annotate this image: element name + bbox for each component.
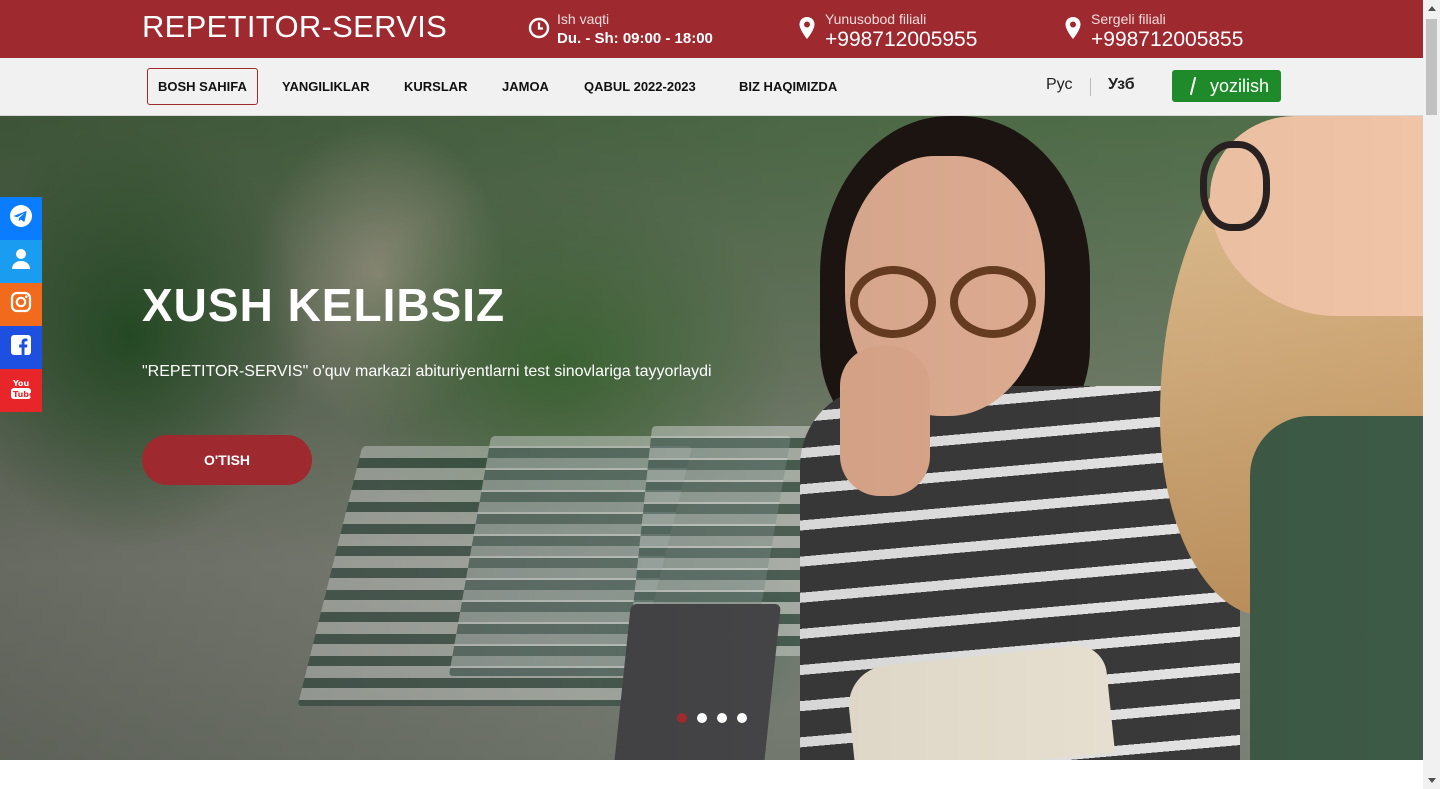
facebook-icon bbox=[11, 335, 31, 360]
hero-cta-button[interactable]: O'TISH bbox=[142, 435, 312, 485]
hero-subtitle: "REPETITOR-SERVIS" o'quv markazi abituri… bbox=[142, 363, 712, 380]
instagram-icon bbox=[10, 291, 32, 318]
working-hours: Ish vaqti Du. - Sh: 09:00 - 18:00 bbox=[527, 10, 713, 50]
branch-yunusobod-label: Yunusobod filiali bbox=[825, 11, 927, 27]
instagram-link[interactable] bbox=[0, 283, 42, 326]
site-logo[interactable]: REPETITOR-SERVIS bbox=[142, 10, 447, 44]
slider-dot-4[interactable] bbox=[737, 713, 747, 723]
signup-button[interactable]: yozilish bbox=[1172, 70, 1281, 102]
lang-divider bbox=[1090, 78, 1091, 96]
telegram-icon bbox=[9, 204, 33, 233]
branch-sergeli: Sergeli filiali +998712005855 bbox=[1061, 10, 1243, 52]
nav-kurslar[interactable]: KURSLAR bbox=[394, 68, 478, 105]
pen-icon bbox=[1186, 77, 1200, 95]
youtube-link[interactable]: You Tube bbox=[0, 369, 42, 412]
nav-yangiliklar[interactable]: YANGILIKLAR bbox=[272, 68, 380, 105]
branch-sergeli-label: Sergeli filiali bbox=[1091, 11, 1166, 27]
scroll-up-arrow-icon[interactable] bbox=[1423, 0, 1440, 17]
telegram-link[interactable] bbox=[0, 197, 42, 240]
slider-dots bbox=[677, 713, 747, 723]
svg-text:You: You bbox=[12, 379, 30, 388]
scroll-down-arrow-icon[interactable] bbox=[1423, 772, 1440, 789]
social-sidebar: You Tube bbox=[0, 197, 42, 412]
branch-sergeli-phone[interactable]: +998712005855 bbox=[1091, 28, 1243, 52]
signup-label: yozilish bbox=[1210, 75, 1270, 96]
slider-dot-2[interactable] bbox=[697, 713, 707, 723]
user-icon bbox=[11, 248, 31, 275]
facebook-link[interactable] bbox=[0, 326, 42, 369]
page-scrollbar[interactable] bbox=[1423, 0, 1440, 789]
scroll-thumb[interactable] bbox=[1426, 19, 1437, 115]
svg-text:Tube: Tube bbox=[13, 390, 32, 399]
nav-biz-haqimizda[interactable]: BIZ HAQIMIZDA bbox=[729, 68, 847, 105]
slider-dot-3[interactable] bbox=[717, 713, 727, 723]
lang-uzbek[interactable]: Узб bbox=[1108, 76, 1135, 94]
map-pin-icon bbox=[795, 14, 819, 42]
hero-title: XUSH KELIBSIZ bbox=[142, 279, 506, 331]
youtube-icon: You Tube bbox=[10, 376, 35, 405]
nav-jamoa[interactable]: JAMOA bbox=[492, 68, 559, 105]
top-bar: REPETITOR-SERVIS Ish vaqti Du. - Sh: 09:… bbox=[0, 0, 1423, 58]
branch-yunusobod-phone[interactable]: +998712005955 bbox=[825, 28, 977, 52]
clock-icon bbox=[527, 14, 551, 42]
hours-value: Du. - Sh: 09:00 - 18:00 bbox=[557, 30, 713, 47]
main-nav: BOSH SAHIFA YANGILIKLAR KURSLAR JAMOA QA… bbox=[0, 58, 1423, 116]
profile-link[interactable] bbox=[0, 240, 42, 283]
slider-dot-1[interactable] bbox=[677, 713, 687, 723]
nav-qabul[interactable]: QABUL 2022-2023 bbox=[574, 68, 706, 105]
nav-bosh-sahifa[interactable]: BOSH SAHIFA bbox=[147, 68, 258, 105]
lang-russian[interactable]: Рус bbox=[1046, 76, 1073, 94]
hero-slider: XUSH KELIBSIZ "REPETITOR-SERVIS" o'quv m… bbox=[0, 116, 1423, 760]
branch-yunusobod: Yunusobod filiali +998712005955 bbox=[795, 10, 977, 52]
map-pin-icon bbox=[1061, 14, 1085, 42]
hours-label: Ish vaqti bbox=[557, 11, 610, 27]
